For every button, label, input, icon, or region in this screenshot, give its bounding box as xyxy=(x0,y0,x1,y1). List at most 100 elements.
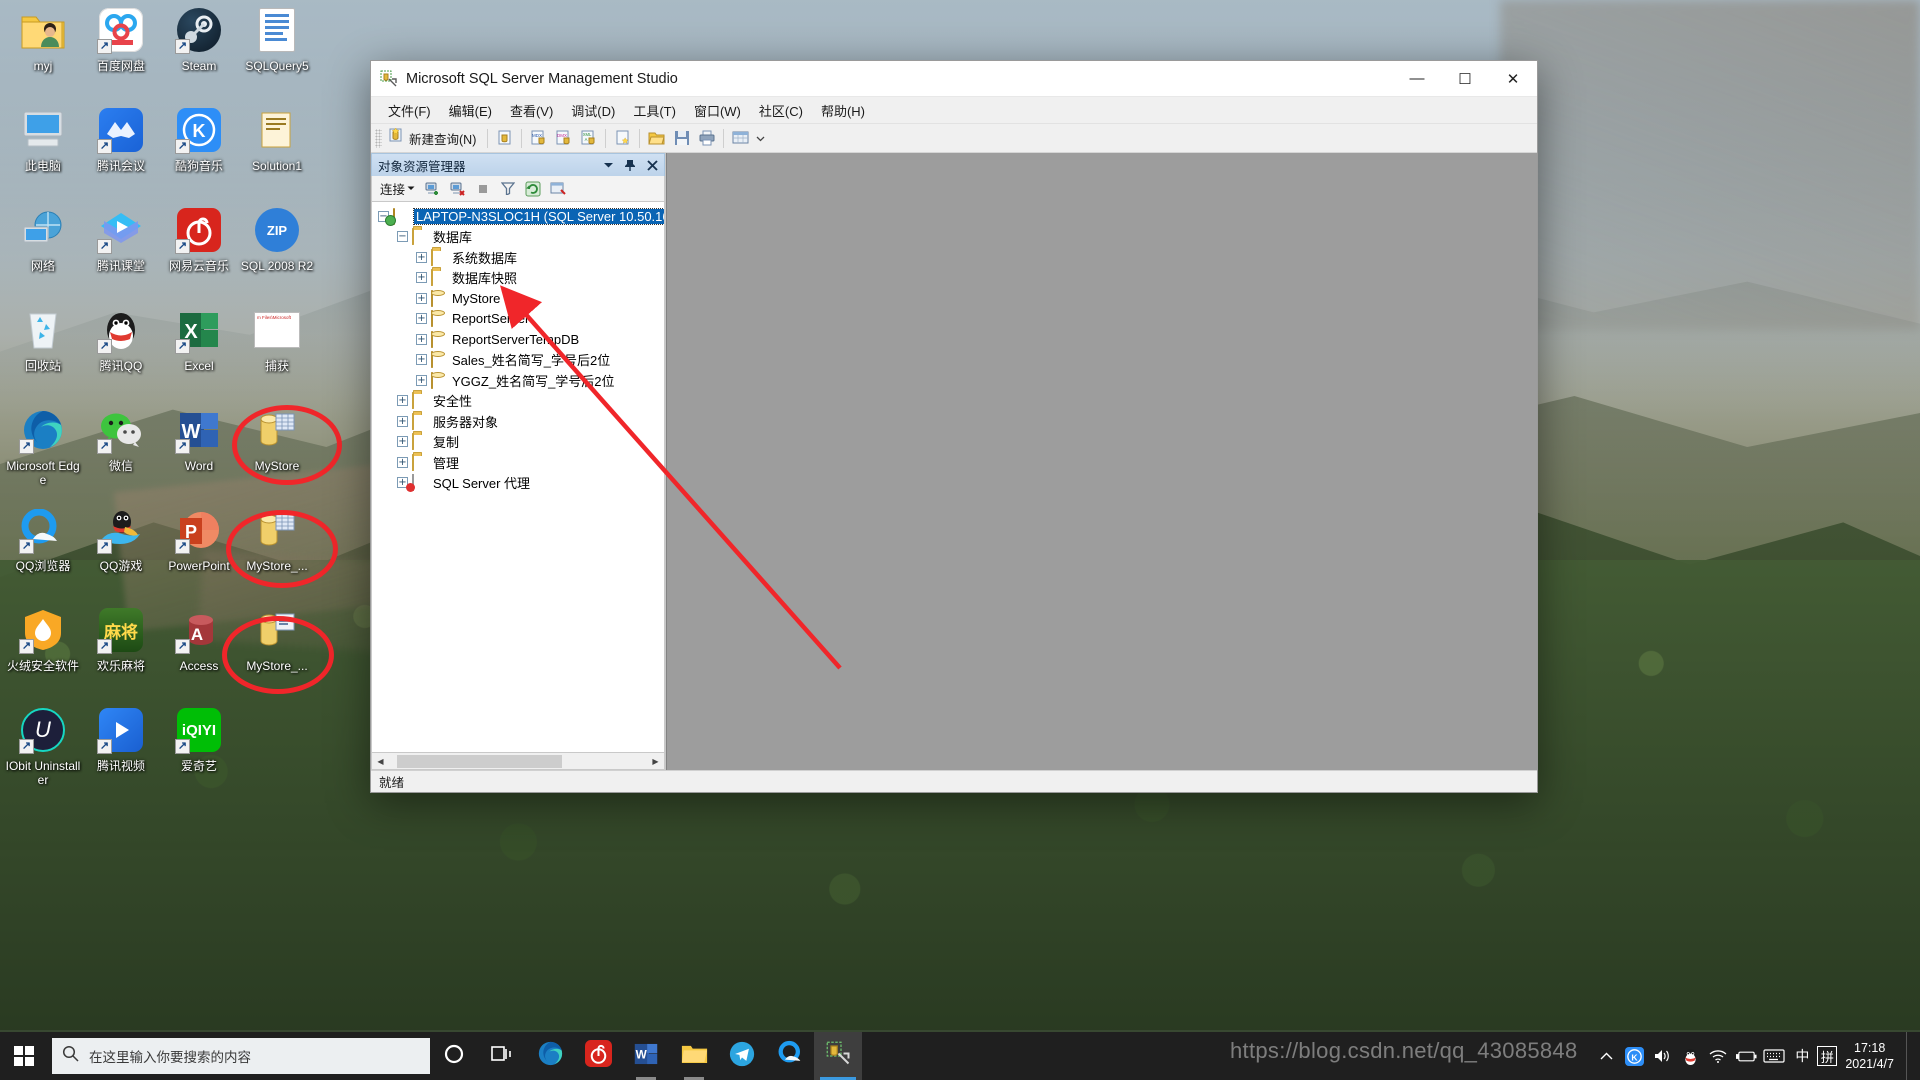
new-xmla-query-icon[interactable]: XML A xyxy=(577,127,600,149)
scroll-right-arrow-icon[interactable]: ▶ xyxy=(647,753,664,769)
desktop-icon-mystore-mdf[interactable]: MyStore xyxy=(238,406,316,506)
maximize-button[interactable]: ☐ xyxy=(1441,61,1489,97)
taskbar-microsoft-edge[interactable] xyxy=(526,1032,574,1080)
menu-view[interactable]: 查看(V) xyxy=(501,98,562,123)
taskbar-ssms[interactable] xyxy=(814,1032,862,1080)
tree-node-system-databases[interactable]: + 系统数据库 xyxy=(372,247,664,268)
desktop-icon-access[interactable]: A Access xyxy=(160,606,238,706)
taskbar-netease-music[interactable] xyxy=(574,1032,622,1080)
tree-node-yggz-db[interactable]: + YGGZ_姓名简写_学号后2位 xyxy=(372,370,664,391)
tree-node-databases[interactable]: − 数据库 xyxy=(372,227,664,248)
new-mdx-query-icon[interactable]: MDX xyxy=(527,127,550,149)
ime-chinese-icon[interactable]: 中 xyxy=(1789,1032,1815,1080)
pin-icon[interactable] xyxy=(622,157,638,173)
keyboard-icon[interactable] xyxy=(1761,1032,1787,1080)
connect-button[interactable]: 连接 xyxy=(376,178,419,199)
taskbar-telegram[interactable] xyxy=(718,1032,766,1080)
expander-icon[interactable]: + xyxy=(416,251,427,263)
new-analysis-query-icon[interactable] xyxy=(611,127,634,149)
desktop-icon-tencent-meeting[interactable]: 腾讯会议 xyxy=(82,106,160,206)
desktop-icon-capture[interactable]: m Files\Microsoft 捕获 xyxy=(238,306,316,406)
filter-icon[interactable] xyxy=(497,179,519,199)
expander-icon[interactable]: + xyxy=(416,354,427,366)
kugou-icon[interactable]: K xyxy=(1621,1032,1647,1080)
desktop-icon-word[interactable]: W Word xyxy=(160,406,238,506)
desktop-icon-mystore-log-file[interactable]: MyStore_... xyxy=(238,606,316,706)
dropdown-chevron-icon[interactable] xyxy=(600,157,616,173)
desktop-icon-powerpoint[interactable]: P PowerPoint xyxy=(160,506,238,606)
desktop-icon-qq-game[interactable]: QQ游戏 xyxy=(82,506,160,606)
object-explorer-horizontal-scrollbar[interactable]: ◀ ▶ xyxy=(371,753,665,770)
desktop-icon-myj[interactable]: myj xyxy=(4,6,82,106)
desktop-icon-netease-music[interactable]: 网易云音乐 xyxy=(160,206,238,306)
desktop-icon-network[interactable]: 网络 xyxy=(4,206,82,306)
close-icon[interactable] xyxy=(644,157,660,173)
menu-window[interactable]: 窗口(W) xyxy=(685,98,750,123)
connect-server-icon[interactable] xyxy=(422,179,444,199)
taskbar-file-explorer[interactable] xyxy=(670,1032,718,1080)
open-file-icon[interactable] xyxy=(645,127,668,149)
cortana-button[interactable] xyxy=(430,1032,478,1080)
desktop-icon-tencent-classroom[interactable]: 腾讯课堂 xyxy=(82,206,160,306)
desktop-icon-qq-browser[interactable]: QQ浏览器 xyxy=(4,506,82,606)
tree-node-mystore[interactable]: + MyStore xyxy=(372,288,664,309)
disconnect-server-icon[interactable] xyxy=(447,179,469,199)
expander-icon[interactable]: + xyxy=(397,415,408,427)
minimize-button[interactable]: — xyxy=(1393,61,1441,97)
expander-icon[interactable]: + xyxy=(416,333,427,345)
show-hidden-icons-chevron[interactable] xyxy=(1593,1032,1619,1080)
desktop-icon-iobit-uninstaller[interactable]: U IObit Uninstaller xyxy=(4,706,82,806)
expander-icon[interactable]: + xyxy=(416,272,427,284)
taskbar-word[interactable]: W xyxy=(622,1032,670,1080)
menu-community[interactable]: 社区(C) xyxy=(750,98,812,123)
menu-debug[interactable]: 调试(D) xyxy=(562,98,624,123)
task-view-button[interactable] xyxy=(478,1032,526,1080)
menu-file[interactable]: 文件(F) xyxy=(379,98,440,123)
wifi-icon[interactable] xyxy=(1705,1032,1731,1080)
expander-icon[interactable]: + xyxy=(397,395,408,407)
menu-help[interactable]: 帮助(H) xyxy=(812,98,874,123)
show-desktop-button[interactable] xyxy=(1906,1032,1914,1080)
new-dmx-query-icon[interactable]: DMX xyxy=(552,127,575,149)
scroll-left-arrow-icon[interactable]: ◀ xyxy=(372,753,389,769)
overflow-chevron-icon[interactable] xyxy=(754,127,766,149)
oe-details-icon[interactable] xyxy=(547,179,569,199)
tree-node-sales-db[interactable]: + Sales_姓名简写_学号后2位 xyxy=(372,350,664,371)
desktop-icon-this-pc[interactable]: 此电脑 xyxy=(4,106,82,206)
qq-icon[interactable] xyxy=(1677,1032,1703,1080)
desktop-icon-sql-2008-r2[interactable]: ZIP SQL 2008 R2 xyxy=(238,206,316,306)
desktop-icon-solution1[interactable]: Solution1 xyxy=(238,106,316,206)
desktop-icon-steam[interactable]: Steam xyxy=(160,6,238,106)
desktop-icon-wechat[interactable]: 微信 xyxy=(82,406,160,506)
tree-node-reportservertempdb[interactable]: + ReportServerTempDB xyxy=(372,329,664,350)
desktop-icon-excel[interactable]: X Excel xyxy=(160,306,238,406)
expander-icon[interactable]: − xyxy=(397,231,408,243)
expander-icon[interactable]: + xyxy=(397,436,408,448)
stop-icon[interactable] xyxy=(472,179,494,199)
new-query-button[interactable]: 新建查询(N) xyxy=(386,126,482,150)
tree-node-management[interactable]: + 管理 xyxy=(372,452,664,473)
desktop-icon-tencent-video[interactable]: 腾讯视频 xyxy=(82,706,160,806)
start-button[interactable] xyxy=(0,1032,48,1080)
expander-icon[interactable]: + xyxy=(416,374,427,386)
taskbar-qq-browser[interactable] xyxy=(766,1032,814,1080)
menu-tools[interactable]: 工具(T) xyxy=(624,98,685,123)
save-icon[interactable] xyxy=(670,127,693,149)
expander-icon[interactable]: + xyxy=(416,313,427,325)
scrollbar-thumb[interactable] xyxy=(397,754,562,768)
refresh-icon[interactable] xyxy=(522,179,544,199)
desktop-icon-huorong-security[interactable]: 火绒安全软件 xyxy=(4,606,82,706)
desktop-icon-kugou-music[interactable]: K 酷狗音乐 xyxy=(160,106,238,206)
tree-node-server-objects[interactable]: + 服务器对象 xyxy=(372,411,664,432)
ime-pinyin-icon[interactable]: 拼 xyxy=(1817,1046,1838,1066)
desktop-icon-microsoft-edge[interactable]: Microsoft Edge xyxy=(4,406,82,506)
new-query-file-icon[interactable] xyxy=(493,127,516,149)
battery-icon[interactable] xyxy=(1733,1032,1759,1080)
scrollbar-track[interactable] xyxy=(389,753,647,769)
print-icon[interactable] xyxy=(695,127,718,149)
desktop-icon-tencent-qq[interactable]: 腾讯QQ xyxy=(82,306,160,406)
object-explorer-tree[interactable]: − LAPTOP-N3SLOC1H (SQL Server 10.50.16 −… xyxy=(371,202,665,753)
object-explorer-details-icon[interactable] xyxy=(729,127,752,149)
toolbar-grip[interactable] xyxy=(375,128,382,148)
close-button[interactable]: ✕ xyxy=(1489,61,1537,97)
